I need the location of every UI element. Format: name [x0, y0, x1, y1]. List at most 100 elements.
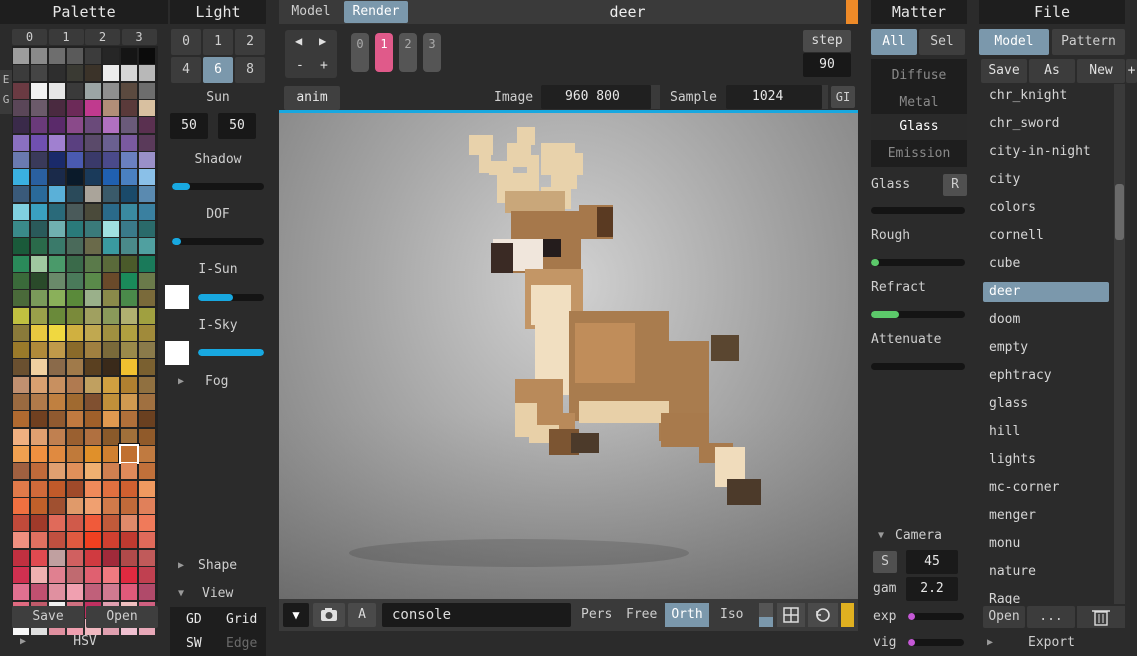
frame-2-button[interactable]: 2	[399, 33, 417, 72]
palette-swatch[interactable]	[67, 186, 83, 203]
palette-swatch[interactable]	[85, 99, 101, 116]
palette-swatch[interactable]	[103, 48, 119, 64]
palette-swatch[interactable]	[31, 307, 47, 324]
palette-swatch-selected[interactable]	[119, 443, 139, 464]
edge-toggle[interactable]: Edge	[226, 636, 257, 651]
view-iso[interactable]: Iso	[720, 607, 743, 622]
palette-swatch[interactable]	[103, 376, 119, 393]
palette-swatch[interactable]	[13, 82, 29, 99]
palette-swatch[interactable]	[85, 221, 101, 237]
palette-swatch[interactable]	[13, 203, 29, 220]
palette-swatch[interactable]	[49, 324, 65, 341]
palette-swatch[interactable]	[67, 255, 83, 272]
hsv-label[interactable]: HSV	[60, 634, 110, 649]
palette-swatch[interactable]	[67, 376, 83, 393]
palette-swatch[interactable]	[121, 203, 137, 220]
add-frame-button[interactable]: +	[320, 58, 328, 73]
camera-s-button[interactable]: S	[873, 551, 897, 573]
palette-swatch[interactable]	[67, 428, 83, 445]
palette-swatch[interactable]	[13, 99, 29, 116]
file-open-button[interactable]: Open	[983, 606, 1025, 628]
palette-swatch[interactable]	[121, 411, 137, 428]
file-item[interactable]: empty	[983, 338, 1109, 358]
glass-r-button[interactable]: R	[943, 174, 967, 196]
palette-swatch[interactable]	[121, 515, 137, 532]
palette-swatch[interactable]	[85, 186, 101, 203]
palette-swatch[interactable]	[67, 532, 83, 549]
palette-swatch[interactable]	[31, 134, 47, 151]
palette-swatch[interactable]	[31, 65, 47, 82]
palette-swatch[interactable]	[121, 238, 137, 255]
light-preset-1[interactable]: 1	[203, 29, 233, 55]
palette-swatch[interactable]	[103, 342, 119, 359]
palette-swatch[interactable]	[67, 169, 83, 186]
palette-swatch[interactable]	[31, 376, 47, 393]
palette-swatch[interactable]	[13, 65, 29, 82]
palette-swatch[interactable]	[49, 169, 65, 186]
palette-swatch[interactable]	[103, 255, 119, 272]
palette-swatch[interactable]	[85, 48, 101, 64]
palette-swatch[interactable]	[13, 324, 29, 341]
file-save-as-button[interactable]: As	[1029, 59, 1075, 83]
exposure-slider[interactable]	[908, 613, 964, 620]
palette-swatch[interactable]	[121, 82, 137, 99]
palette-swatch[interactable]	[103, 515, 119, 532]
next-frame-button[interactable]: ▶	[319, 34, 326, 48]
palette-swatch[interactable]	[67, 567, 83, 583]
file-item[interactable]: city	[983, 170, 1109, 190]
file-new-button[interactable]: New	[1077, 59, 1125, 83]
palette-swatch[interactable]	[103, 134, 119, 151]
palette-swatch[interactable]	[121, 567, 137, 583]
palette-swatch[interactable]	[31, 394, 47, 410]
palette-swatch[interactable]	[139, 272, 155, 289]
palette-swatch[interactable]	[85, 272, 101, 289]
palette-swatch[interactable]	[103, 445, 119, 462]
palette-swatch[interactable]	[103, 428, 119, 445]
export-expand-icon[interactable]: ▶	[987, 637, 993, 648]
palette-swatch[interactable]	[139, 238, 155, 255]
palette-swatch[interactable]	[31, 567, 47, 583]
palette-swatch[interactable]	[13, 290, 29, 307]
file-item[interactable]: ephtracy	[983, 366, 1109, 386]
palette-swatch[interactable]	[31, 186, 47, 203]
palette-swatch[interactable]	[49, 307, 65, 324]
palette-swatch[interactable]	[103, 532, 119, 549]
file-item[interactable]: cornell	[983, 226, 1109, 246]
palette-swatch[interactable]	[121, 359, 137, 376]
palette-tab-1[interactable]: 1	[48, 29, 84, 45]
palette-swatch[interactable]	[13, 169, 29, 186]
vignette-slider[interactable]	[908, 639, 964, 646]
palette-swatch[interactable]	[67, 359, 83, 376]
file-save-button[interactable]: Save	[981, 59, 1027, 83]
palette-swatch[interactable]	[139, 342, 155, 359]
palette-swatch[interactable]	[139, 515, 155, 532]
palette-swatch[interactable]	[67, 48, 83, 64]
palette-swatch[interactable]	[13, 567, 29, 583]
file-item[interactable]: deer	[983, 282, 1109, 302]
palette-swatch[interactable]	[13, 48, 29, 64]
palette-swatch[interactable]	[103, 169, 119, 186]
palette-swatch[interactable]	[121, 169, 137, 186]
palette-swatch[interactable]	[49, 376, 65, 393]
palette-swatch[interactable]	[121, 65, 137, 82]
palette-swatch[interactable]	[13, 532, 29, 549]
palette-swatch[interactable]	[31, 272, 47, 289]
tab-render[interactable]: Render	[344, 1, 408, 23]
palette-swatch[interactable]	[103, 238, 119, 255]
palette-swatch[interactable]	[121, 394, 137, 410]
palette-swatch[interactable]	[121, 584, 137, 601]
palette-swatch[interactable]	[67, 65, 83, 82]
palette-swatch[interactable]	[139, 463, 155, 480]
palette-swatch[interactable]	[121, 255, 137, 272]
palette-swatch[interactable]	[31, 82, 47, 99]
palette-swatch[interactable]	[139, 359, 155, 376]
palette-swatch[interactable]	[49, 151, 65, 168]
palette-swatch[interactable]	[13, 359, 29, 376]
palette-swatch[interactable]	[31, 515, 47, 532]
trash-icon[interactable]	[1077, 606, 1125, 628]
palette-swatch[interactable]	[31, 359, 47, 376]
palette-swatch[interactable]	[67, 151, 83, 168]
palette-swatch[interactable]	[85, 151, 101, 168]
palette-swatch[interactable]	[67, 445, 83, 462]
palette-swatch[interactable]	[103, 480, 119, 497]
